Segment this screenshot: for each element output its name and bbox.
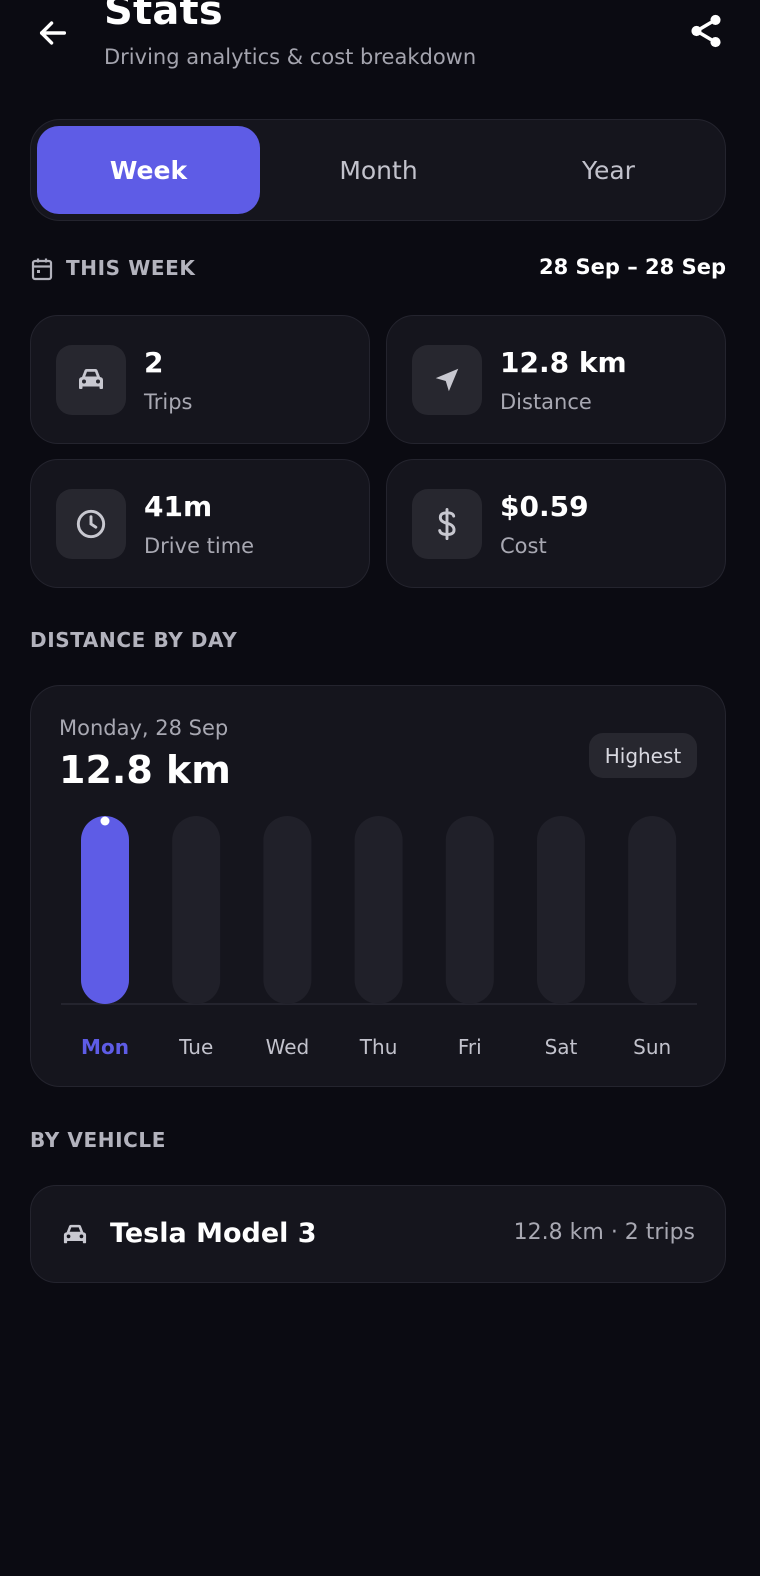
navigation-arrow-icon [435, 368, 459, 392]
bar-track-sat[interactable] [537, 816, 585, 1004]
period-selector: Week Month Year [30, 119, 726, 221]
share-button[interactable] [684, 8, 728, 54]
page-title: Stats [104, 0, 223, 34]
tab-year[interactable]: Year [497, 126, 720, 214]
vehicle-name: Tesla Model 3 [110, 1218, 317, 1249]
bar-mon[interactable] [81, 816, 129, 1004]
day-label-sat: Sat [545, 1035, 578, 1059]
back-button[interactable] [30, 10, 76, 56]
day-label-sun: Sun [633, 1035, 671, 1059]
day-label-tue: Tue [178, 1035, 213, 1059]
bar-track-thu[interactable] [354, 816, 403, 1004]
car-icon [63, 1224, 87, 1244]
stat-card-drive-time: 41m Drive time [30, 459, 370, 588]
cost-label: Cost [500, 534, 547, 558]
tab-week[interactable]: Week [37, 126, 260, 214]
distance-chart-card: Monday, 28 Sep 12.8 km Highest Mon Tue Wed… [30, 685, 726, 1087]
car-icon [79, 369, 103, 389]
bar-track-tue[interactable] [172, 816, 221, 1004]
stat-icon-box [56, 489, 126, 559]
vehicle-row[interactable]: Tesla Model 3 12.8 km · 2 trips [30, 1185, 726, 1283]
drive-time-label: Drive time [144, 534, 255, 558]
bar-track-sun[interactable] [628, 816, 677, 1004]
period-label: THIS WEEK [66, 256, 196, 280]
day-label-mon: Mon [81, 1035, 129, 1059]
stat-card-cost: $0.59 Cost [386, 459, 726, 588]
distance-bar-chart: Mon Tue Wed Thu Fri Sat Sun [61, 816, 697, 1059]
period-range: 28 Sep – 28 Sep [539, 255, 726, 279]
bar-track-wed[interactable] [263, 816, 312, 1004]
stat-icon-box [412, 489, 482, 559]
day-label-wed: Wed [266, 1035, 310, 1059]
dollar-icon [438, 507, 456, 541]
day-label-thu: Thu [359, 1035, 398, 1059]
stat-card-distance: 12.8 km Distance [386, 315, 726, 444]
trips-value: 2 [144, 346, 164, 379]
page-subtitle: Driving analytics & cost breakdown [104, 45, 477, 69]
stats-screen: Stats Driving analytics & cost breakdown… [0, 0, 760, 1576]
clock-icon [76, 509, 106, 539]
stat-icon-box [412, 345, 482, 415]
arrow-left-icon [39, 21, 67, 45]
calendar-icon [31, 258, 53, 281]
stat-icon-box [56, 345, 126, 415]
stat-card-trips: 2 Trips [30, 315, 370, 444]
drive-time-value: 41m [144, 490, 213, 523]
vehicle-stats: 12.8 km · 2 trips [513, 1220, 695, 1245]
day-label-fri: Fri [458, 1035, 482, 1059]
trips-label: Trips [144, 390, 193, 414]
bar-track-fri[interactable] [445, 816, 494, 1004]
tab-month[interactable]: Month [267, 126, 490, 214]
distance-label: Distance [500, 390, 592, 414]
cost-value: $0.59 [500, 490, 589, 523]
share-icon [691, 14, 721, 48]
distance-section-title: DISTANCE BY DAY [30, 628, 238, 652]
vehicle-section-title: BY VEHICLE [30, 1128, 166, 1152]
selected-bar-marker [100, 816, 110, 826]
distance-value: 12.8 km [500, 346, 627, 379]
